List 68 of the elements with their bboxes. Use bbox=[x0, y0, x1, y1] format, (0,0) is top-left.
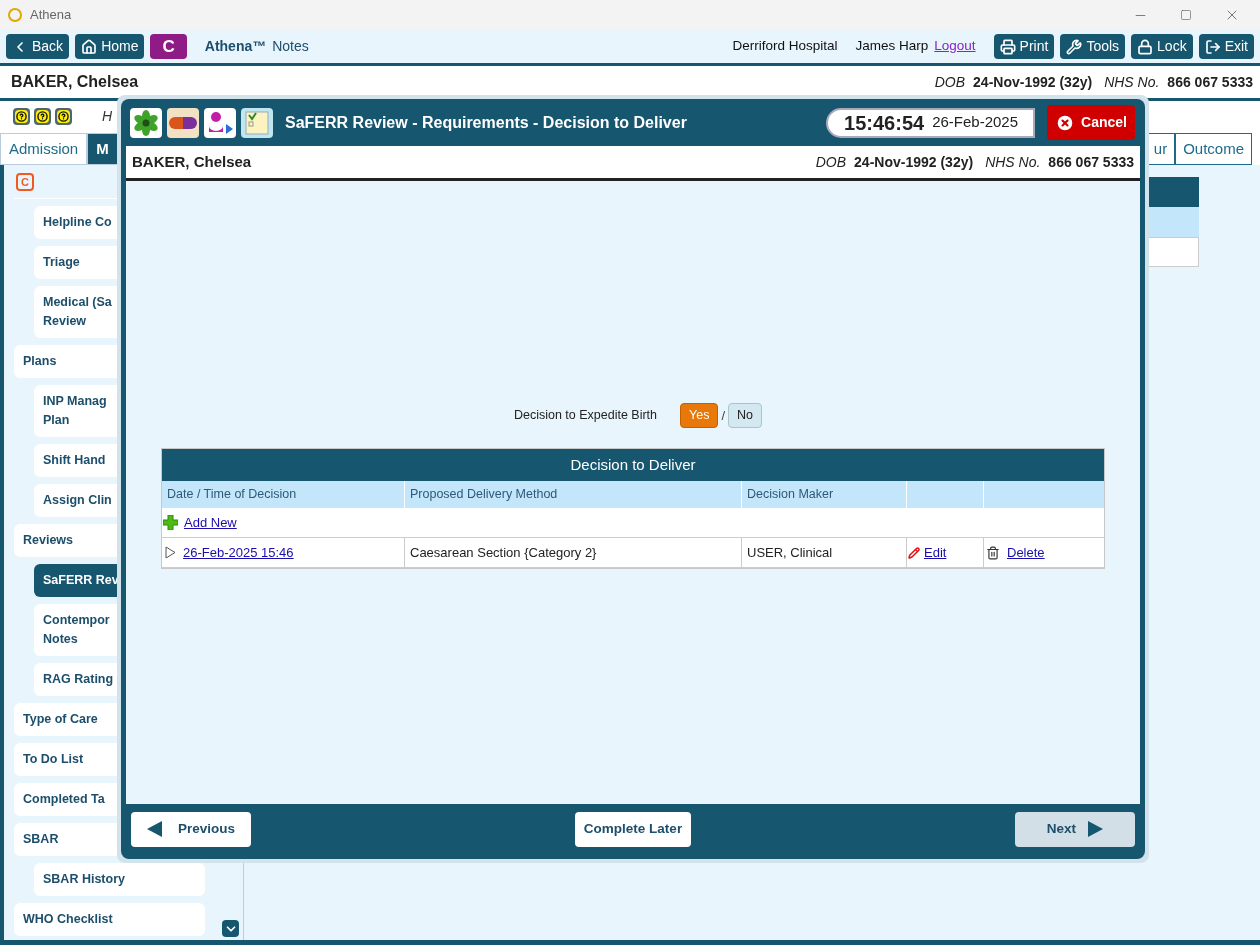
sidebar-item[interactable]: WHO Checklist bbox=[14, 903, 205, 936]
plus-icon bbox=[163, 515, 178, 530]
trash-icon bbox=[986, 545, 1000, 560]
notepad-icon[interactable] bbox=[241, 107, 273, 138]
column-header: Date / Time of Decision bbox=[162, 481, 405, 508]
help-icon[interactable] bbox=[34, 107, 51, 125]
dialog-title: SaFERR Review - Requirements - Decision to Deliver bbox=[285, 112, 687, 133]
left-triangle-icon bbox=[147, 821, 162, 837]
expand-triangle-icon[interactable] bbox=[165, 546, 176, 559]
cancel-button[interactable]: Cancel bbox=[1047, 105, 1135, 140]
dob-value: 24-Nov-1992 (32y) bbox=[973, 72, 1093, 92]
help-icon[interactable] bbox=[13, 107, 30, 125]
table-cell: Caesarean Section {Category 2} bbox=[405, 538, 742, 567]
exit-icon bbox=[1204, 38, 1221, 55]
option-button[interactable]: No bbox=[728, 403, 763, 428]
notes-button[interactable]: C bbox=[150, 34, 187, 59]
sidebar-item[interactable]: SBAR History bbox=[34, 863, 205, 896]
nhs-value: 866 067 5333 bbox=[1048, 152, 1134, 172]
back-button[interactable]: Back bbox=[6, 34, 70, 59]
close-icon bbox=[1055, 112, 1076, 133]
dob-label: DOB bbox=[934, 72, 966, 92]
maximize-icon[interactable] bbox=[1180, 9, 1192, 21]
printer-icon bbox=[999, 38, 1016, 55]
separator: / bbox=[721, 406, 726, 425]
nhs-value: 866 067 5333 bbox=[1167, 72, 1253, 92]
tab[interactable]: Admission bbox=[0, 133, 88, 165]
tools-button[interactable]: Tools bbox=[1060, 34, 1126, 59]
dob-value: 24-Nov-1992 (32y) bbox=[854, 152, 974, 172]
column-header: Proposed Delivery Method bbox=[405, 481, 742, 508]
print-button[interactable]: Print bbox=[993, 34, 1055, 59]
table-title: Decision to Deliver bbox=[162, 449, 1104, 481]
tab[interactable]: M bbox=[87, 133, 118, 165]
clock-time: 15:46:54 bbox=[844, 110, 925, 136]
next-button: Next bbox=[1015, 811, 1135, 847]
clock-date: 26-Feb-2025 bbox=[932, 112, 1019, 133]
logout-link[interactable]: Logout bbox=[934, 36, 976, 57]
help-text: H bbox=[102, 106, 113, 126]
nhs-label: NHS No. bbox=[985, 152, 1041, 172]
home-button[interactable]: Home bbox=[75, 34, 145, 59]
tab[interactable]: Outcome bbox=[1175, 133, 1252, 165]
app-subtitle: Notes bbox=[272, 37, 309, 56]
complete-later-button[interactable]: Complete Later bbox=[574, 811, 692, 847]
patient-name: BAKER, Chelsea bbox=[132, 151, 252, 172]
exit-button[interactable]: Exit bbox=[1198, 34, 1254, 59]
delete-link[interactable]: Delete bbox=[1007, 542, 1045, 563]
dob-label: DOB bbox=[815, 152, 847, 172]
help-icon[interactable] bbox=[55, 107, 72, 125]
user-name: James Harp bbox=[855, 37, 929, 56]
capsule-icon[interactable] bbox=[167, 107, 199, 138]
app-logo-icon bbox=[8, 8, 22, 22]
hospital-name: Derriford Hospital bbox=[732, 37, 838, 56]
table-cell: USER, Clinical bbox=[742, 538, 907, 567]
wrench-icon bbox=[1066, 38, 1083, 55]
app-name: Athena™ bbox=[204, 37, 267, 56]
edit-link[interactable]: Edit bbox=[924, 542, 947, 563]
column-header: Decision Maker bbox=[742, 481, 907, 508]
lock-button[interactable]: Lock bbox=[1131, 34, 1193, 59]
flower-icon[interactable] bbox=[130, 107, 162, 138]
pencil-icon bbox=[908, 546, 920, 559]
window-title: Athena bbox=[30, 6, 72, 25]
lock-icon bbox=[1137, 38, 1154, 55]
question-label: Decision to Expedite Birth bbox=[513, 407, 658, 425]
patient-name: BAKER, Chelsea bbox=[11, 72, 139, 92]
previous-button[interactable]: Previous bbox=[131, 811, 251, 847]
scroll-down-button[interactable] bbox=[222, 920, 239, 937]
home-icon bbox=[81, 38, 98, 55]
right-triangle-icon bbox=[1088, 821, 1104, 837]
nhs-label: NHS No. bbox=[1104, 72, 1160, 92]
